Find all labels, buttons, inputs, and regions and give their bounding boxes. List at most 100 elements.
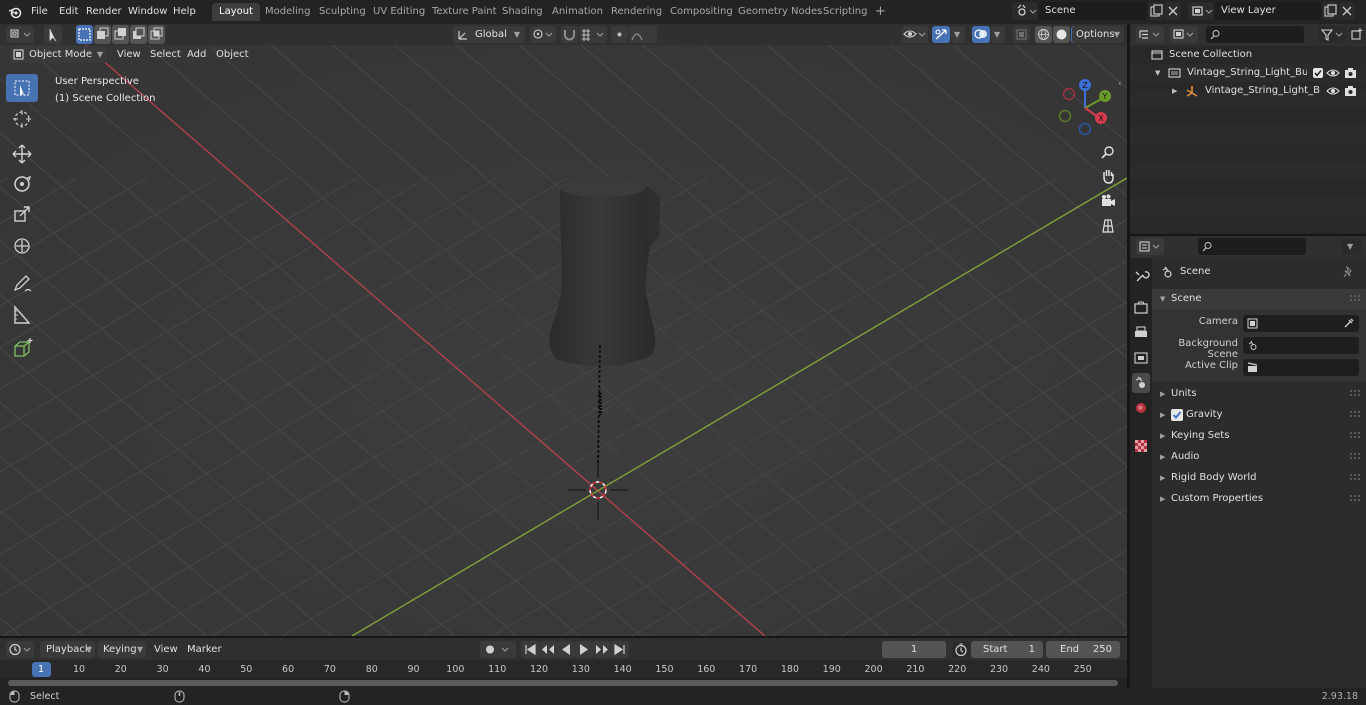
background-scene-field[interactable] bbox=[1243, 337, 1359, 354]
outliner-filter-dropdown[interactable] bbox=[1318, 26, 1346, 43]
timeline-menu-view[interactable]: View bbox=[154, 642, 178, 658]
select-box-invert-button[interactable] bbox=[130, 25, 147, 44]
menu-render[interactable]: Render bbox=[86, 4, 122, 20]
jump-to-end-button[interactable] bbox=[611, 641, 629, 658]
select-box-subtract-button[interactable] bbox=[112, 25, 129, 44]
gravity-checkbox[interactable] bbox=[1171, 409, 1183, 421]
tab-scripting[interactable]: Scripting bbox=[816, 3, 874, 21]
perspective-toggle-button[interactable] bbox=[1098, 216, 1118, 236]
units-panel-header[interactable]: ▶ Units bbox=[1152, 384, 1366, 404]
tool-move[interactable] bbox=[6, 140, 38, 168]
gizmo-options-dropdown[interactable]: ▼ bbox=[951, 26, 965, 43]
tab-render[interactable] bbox=[1132, 298, 1150, 318]
tab-texture[interactable] bbox=[1132, 436, 1150, 456]
use-preview-range-toggle[interactable] bbox=[952, 641, 970, 658]
new-view-layer-button[interactable] bbox=[1322, 2, 1338, 20]
view-layer-browse-button[interactable] bbox=[1188, 2, 1214, 20]
tab-output[interactable] bbox=[1132, 323, 1150, 343]
display-mode-dropdown[interactable] bbox=[1170, 26, 1198, 43]
delete-scene-button[interactable] bbox=[1165, 2, 1181, 20]
tool-add-cube[interactable] bbox=[6, 335, 38, 363]
sidebar-toggle-chevron-icon[interactable]: ‹ bbox=[1118, 79, 1122, 89]
tab-scene[interactable] bbox=[1132, 373, 1150, 393]
eyedropper-icon[interactable] bbox=[1343, 317, 1355, 329]
tab-compositing[interactable]: Compositing bbox=[663, 3, 740, 21]
transform-orientation-dropdown[interactable]: Global ▼ bbox=[453, 26, 525, 43]
camera-view-button[interactable] bbox=[1098, 191, 1118, 211]
blender-logo-icon[interactable] bbox=[8, 5, 22, 19]
camera-field[interactable] bbox=[1243, 315, 1359, 332]
navigation-gizmo[interactable]: Z Y X bbox=[1055, 75, 1117, 137]
tab-geometry-nodes[interactable]: Geometry Nodes bbox=[731, 3, 829, 21]
drag-grip-icon[interactable] bbox=[1350, 474, 1360, 480]
tool-scale[interactable] bbox=[6, 201, 38, 229]
object-mode-dropdown[interactable]: Object Mode ▼ bbox=[9, 46, 107, 63]
viewport-menu-object[interactable]: Object bbox=[216, 47, 249, 63]
viewport-menu-select[interactable]: Select bbox=[150, 47, 181, 63]
properties-editor-type-button[interactable] bbox=[1136, 238, 1164, 255]
tab-shading[interactable]: Shading bbox=[495, 3, 550, 21]
jump-to-keyframe-forward-button[interactable] bbox=[593, 641, 611, 658]
tab-sculpting[interactable]: Sculpting bbox=[312, 3, 373, 21]
play-button[interactable] bbox=[575, 641, 593, 658]
expand-arrow-icon[interactable]: ▶ bbox=[1172, 82, 1177, 100]
falloff-dropdown[interactable] bbox=[629, 26, 657, 43]
tab-animation[interactable]: Animation bbox=[545, 3, 610, 21]
snap-target-dropdown[interactable] bbox=[579, 26, 607, 43]
select-box-extend-button[interactable] bbox=[94, 25, 111, 44]
tool-cursor[interactable] bbox=[6, 105, 38, 133]
eye-icon[interactable] bbox=[1326, 85, 1340, 97]
menu-edit[interactable]: Edit bbox=[59, 4, 78, 20]
outliner-search-input[interactable] bbox=[1206, 26, 1304, 43]
drag-grip-icon[interactable] bbox=[1350, 390, 1360, 396]
select-tool-mode-button[interactable] bbox=[44, 25, 62, 44]
area-splitter-outliner[interactable] bbox=[1130, 234, 1366, 236]
new-scene-button[interactable] bbox=[1148, 2, 1164, 20]
tab-modeling[interactable]: Modeling bbox=[258, 3, 318, 21]
view-layer-name-field[interactable]: View Layer bbox=[1215, 2, 1321, 20]
tab-layout[interactable]: Layout bbox=[212, 3, 260, 21]
3d-cursor-icon[interactable] bbox=[568, 460, 628, 520]
menu-file[interactable]: File bbox=[31, 4, 48, 20]
xray-toggle[interactable] bbox=[1013, 26, 1030, 43]
tool-select-box[interactable] bbox=[6, 74, 38, 102]
drag-grip-icon[interactable] bbox=[1350, 295, 1360, 301]
select-box-new-button[interactable] bbox=[76, 25, 93, 44]
tab-world[interactable] bbox=[1132, 398, 1150, 418]
outliner-row-collection[interactable]: ▼ Vintage_String_Light_Bulb_0C bbox=[1130, 64, 1366, 82]
render-camera-icon[interactable] bbox=[1344, 67, 1357, 79]
outliner-row-object[interactable]: ▶ Vintage_String_Light_Bul bbox=[1130, 82, 1366, 100]
shading-solid-button[interactable] bbox=[1053, 26, 1070, 43]
shading-wireframe-button[interactable] bbox=[1035, 26, 1052, 43]
outliner-row-scene-collection[interactable]: Scene Collection bbox=[1130, 46, 1366, 64]
auto-keying-toggle[interactable] bbox=[480, 641, 516, 658]
pin-icon[interactable] bbox=[1343, 266, 1355, 278]
end-frame-field[interactable]: End 250 bbox=[1046, 641, 1120, 658]
outliner-editor-type-button[interactable] bbox=[1136, 26, 1164, 43]
new-collection-button[interactable] bbox=[1349, 26, 1365, 43]
active-clip-field[interactable] bbox=[1243, 359, 1359, 376]
select-box-intersect-button[interactable] bbox=[148, 25, 165, 44]
current-frame-field[interactable]: 1 bbox=[882, 641, 946, 658]
tab-rendering[interactable]: Rendering bbox=[604, 3, 669, 21]
pan-view-button[interactable] bbox=[1098, 166, 1118, 186]
eye-icon[interactable] bbox=[1326, 67, 1340, 79]
timeline-menu-marker[interactable]: Marker bbox=[187, 642, 222, 658]
jump-to-start-button[interactable] bbox=[521, 641, 539, 658]
start-frame-field[interactable]: Start 1 bbox=[971, 641, 1043, 658]
menu-help[interactable]: Help bbox=[173, 4, 196, 20]
area-splitter-vertical[interactable] bbox=[1127, 24, 1130, 688]
tab-uv-editing[interactable]: UV Editing bbox=[366, 3, 432, 21]
properties-search-input[interactable] bbox=[1198, 238, 1306, 255]
collection-exclude-checkbox[interactable] bbox=[1313, 68, 1323, 78]
tab-view-layer[interactable] bbox=[1132, 348, 1150, 368]
tool-measure[interactable] bbox=[6, 301, 38, 329]
3d-viewport[interactable]: User Perspective (1) Scene Collection Z … bbox=[0, 45, 1127, 636]
tab-texture-paint[interactable]: Texture Paint bbox=[425, 3, 504, 21]
keying-menu[interactable]: Keying ▼ bbox=[98, 641, 146, 658]
scene-panel-header[interactable]: ▼ Scene bbox=[1152, 289, 1366, 309]
scene-name-field[interactable]: Scene bbox=[1039, 2, 1147, 20]
editor-type-button[interactable] bbox=[6, 26, 34, 43]
pivot-point-dropdown[interactable] bbox=[530, 26, 556, 43]
drag-grip-icon[interactable] bbox=[1350, 432, 1360, 438]
